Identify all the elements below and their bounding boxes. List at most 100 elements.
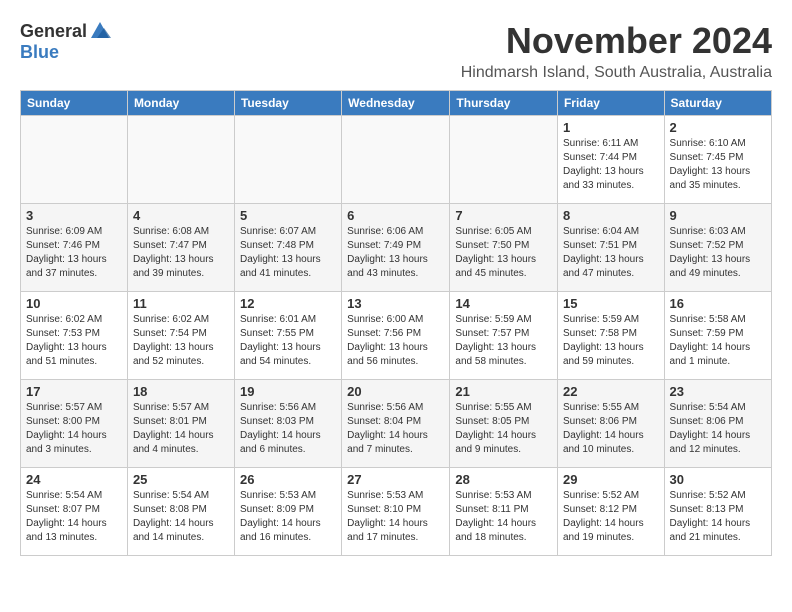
calendar-cell-w0d3 bbox=[342, 116, 450, 204]
cell-content: Sunrise: 5:58 AMSunset: 7:59 PMDaylight:… bbox=[670, 313, 766, 369]
cell-content: Sunrise: 5:59 AMSunset: 7:57 PMDaylight:… bbox=[455, 313, 552, 369]
calendar-cell-w2d2: 12Sunrise: 6:01 AMSunset: 7:55 PMDayligh… bbox=[234, 292, 341, 380]
cell-line: Sunrise: 5:52 AM bbox=[670, 489, 766, 503]
cell-content: Sunrise: 5:54 AMSunset: 8:08 PMDaylight:… bbox=[133, 489, 229, 545]
cell-line: Sunrise: 5:53 AM bbox=[455, 489, 552, 503]
cell-line: Daylight: 14 hours bbox=[670, 517, 766, 531]
day-number: 19 bbox=[240, 384, 336, 399]
subtitle: Hindmarsh Island, South Australia, Austr… bbox=[461, 64, 772, 82]
calendar-cell-w3d0: 17 Sunrise: 5:57 AMSunset: 8:00 PMDayligh… bbox=[21, 380, 128, 468]
calendar-cell-w1d3: 6Sunrise: 6:06 AMSunset: 7:49 PMDaylight… bbox=[342, 204, 450, 292]
cell-line: Sunrise: 6:01 AM bbox=[240, 313, 336, 327]
cell-line: and 13 minutes. bbox=[26, 531, 122, 545]
logo-blue-text: Blue bbox=[20, 42, 59, 62]
day-number: 20 bbox=[347, 384, 444, 399]
col-wednesday: Wednesday bbox=[342, 91, 450, 116]
logo: General Blue bbox=[20, 20, 111, 63]
cell-content: Sunrise: 6:04 AMSunset: 7:51 PMDaylight:… bbox=[563, 225, 659, 281]
calendar-cell-w4d1: 25 Sunrise: 5:54 AMSunset: 8:08 PMDayligh… bbox=[127, 468, 234, 556]
cell-content: Sunrise: 6:03 AMSunset: 7:52 PMDaylight:… bbox=[670, 225, 766, 281]
cell-line: and 17 minutes. bbox=[347, 531, 444, 545]
page: General Blue November 2024 Hindmarsh Isl… bbox=[0, 0, 792, 566]
cell-line: and 58 minutes. bbox=[455, 355, 552, 369]
cell-content: Sunrise: 6:11 AMSunset: 7:44 PMDaylight:… bbox=[563, 137, 659, 193]
cell-line: Daylight: 14 hours bbox=[133, 429, 229, 443]
day-number: 11 bbox=[133, 296, 229, 311]
cell-line: Sunrise: 6:10 AM bbox=[670, 137, 766, 151]
cell-line: Sunset: 8:09 PM bbox=[240, 503, 336, 517]
day-number: 13 bbox=[347, 296, 444, 311]
cell-line: Sunset: 7:58 PM bbox=[563, 327, 659, 341]
cell-line: Sunset: 7:55 PM bbox=[240, 327, 336, 341]
day-number: 10 bbox=[26, 296, 122, 311]
day-number: 17 bbox=[26, 384, 122, 399]
cell-content: Sunrise: 5:53 AMSunset: 8:10 PMDaylight:… bbox=[347, 489, 444, 545]
calendar-cell-w4d3: 27 Sunrise: 5:53 AMSunset: 8:10 PMDayligh… bbox=[342, 468, 450, 556]
calendar-cell-w3d3: 20Sunrise: 5:56 AMSunset: 8:04 PMDayligh… bbox=[342, 380, 450, 468]
day-number: 25 bbox=[133, 472, 229, 487]
cell-line: Daylight: 13 hours bbox=[26, 341, 122, 355]
calendar-cell-w1d5: 8Sunrise: 6:04 AMSunset: 7:51 PMDaylight… bbox=[557, 204, 664, 292]
calendar-cell-w2d3: 13Sunrise: 6:00 AMSunset: 7:56 PMDayligh… bbox=[342, 292, 450, 380]
cell-line: Daylight: 13 hours bbox=[240, 341, 336, 355]
cell-line: Daylight: 14 hours bbox=[455, 429, 552, 443]
cell-line: Sunset: 8:00 PM bbox=[26, 415, 122, 429]
cell-line: and 49 minutes. bbox=[670, 267, 766, 281]
calendar-cell-w3d1: 18Sunrise: 5:57 AMSunset: 8:01 PMDayligh… bbox=[127, 380, 234, 468]
cell-content: Sunrise: 5:57 AMSunset: 8:00 PMDaylight:… bbox=[26, 401, 122, 457]
day-number: 7 bbox=[455, 208, 552, 223]
cell-line: Sunrise: 6:04 AM bbox=[563, 225, 659, 239]
cell-line: Sunset: 7:52 PM bbox=[670, 239, 766, 253]
day-number: 4 bbox=[133, 208, 229, 223]
cell-content: Sunrise: 6:09 AMSunset: 7:46 PMDaylight:… bbox=[26, 225, 122, 281]
cell-line: and 59 minutes. bbox=[563, 355, 659, 369]
col-saturday: Saturday bbox=[664, 91, 771, 116]
day-number: 18 bbox=[133, 384, 229, 399]
cell-line: Sunset: 8:06 PM bbox=[563, 415, 659, 429]
cell-line: and 47 minutes. bbox=[563, 267, 659, 281]
cell-line: and 45 minutes. bbox=[455, 267, 552, 281]
col-thursday: Thursday bbox=[450, 91, 558, 116]
cell-line: Daylight: 13 hours bbox=[563, 165, 659, 179]
cell-content: Sunrise: 5:55 AMSunset: 8:05 PMDaylight:… bbox=[455, 401, 552, 457]
calendar-cell-w1d4: 7Sunrise: 6:05 AMSunset: 7:50 PMDaylight… bbox=[450, 204, 558, 292]
col-sunday: Sunday bbox=[21, 91, 128, 116]
cell-line: Sunrise: 5:53 AM bbox=[240, 489, 336, 503]
cell-line: and 3 minutes. bbox=[26, 443, 122, 457]
cell-line: Sunrise: 6:07 AM bbox=[240, 225, 336, 239]
calendar-cell-w4d6: 30Sunrise: 5:52 AMSunset: 8:13 PMDayligh… bbox=[664, 468, 771, 556]
calendar-cell-w4d5: 29Sunrise: 5:52 AMSunset: 8:12 PMDayligh… bbox=[557, 468, 664, 556]
cell-line: Daylight: 13 hours bbox=[670, 253, 766, 267]
cell-content: Sunrise: 6:10 AMSunset: 7:45 PMDaylight:… bbox=[670, 137, 766, 193]
cell-line: and 7 minutes. bbox=[347, 443, 444, 457]
cell-line: and 9 minutes. bbox=[455, 443, 552, 457]
day-number: 3 bbox=[26, 208, 122, 223]
logo-icon bbox=[89, 20, 111, 42]
cell-line: and 10 minutes. bbox=[563, 443, 659, 457]
cell-line: Daylight: 13 hours bbox=[133, 341, 229, 355]
cell-line: Sunrise: 6:03 AM bbox=[670, 225, 766, 239]
cell-line: Daylight: 13 hours bbox=[670, 165, 766, 179]
day-number: 5 bbox=[240, 208, 336, 223]
cell-line: Sunset: 7:53 PM bbox=[26, 327, 122, 341]
day-number: 14 bbox=[455, 296, 552, 311]
cell-content: Sunrise: 5:55 AMSunset: 8:06 PMDaylight:… bbox=[563, 401, 659, 457]
day-number: 27 bbox=[347, 472, 444, 487]
cell-line: Sunset: 7:47 PM bbox=[133, 239, 229, 253]
calendar-cell-w0d1 bbox=[127, 116, 234, 204]
cell-line: and 18 minutes. bbox=[455, 531, 552, 545]
cell-line: and 21 minutes. bbox=[670, 531, 766, 545]
calendar-cell-w0d6: 2Sunrise: 6:10 AMSunset: 7:45 PMDaylight… bbox=[664, 116, 771, 204]
day-number: 26 bbox=[240, 472, 336, 487]
calendar-cell-w3d4: 21Sunrise: 5:55 AMSunset: 8:05 PMDayligh… bbox=[450, 380, 558, 468]
calendar-table: Sunday Monday Tuesday Wednesday Thursday… bbox=[20, 90, 772, 556]
cell-line: Sunset: 8:08 PM bbox=[133, 503, 229, 517]
cell-line: Sunrise: 6:00 AM bbox=[347, 313, 444, 327]
cell-line: Daylight: 14 hours bbox=[26, 429, 122, 443]
cell-line: Daylight: 14 hours bbox=[563, 517, 659, 531]
cell-line: Sunset: 8:13 PM bbox=[670, 503, 766, 517]
cell-content: Sunrise: 5:53 AMSunset: 8:11 PMDaylight:… bbox=[455, 489, 552, 545]
cell-line: and 1 minute. bbox=[670, 355, 766, 369]
cell-line: and 37 minutes. bbox=[26, 267, 122, 281]
cell-line: Sunrise: 6:09 AM bbox=[26, 225, 122, 239]
